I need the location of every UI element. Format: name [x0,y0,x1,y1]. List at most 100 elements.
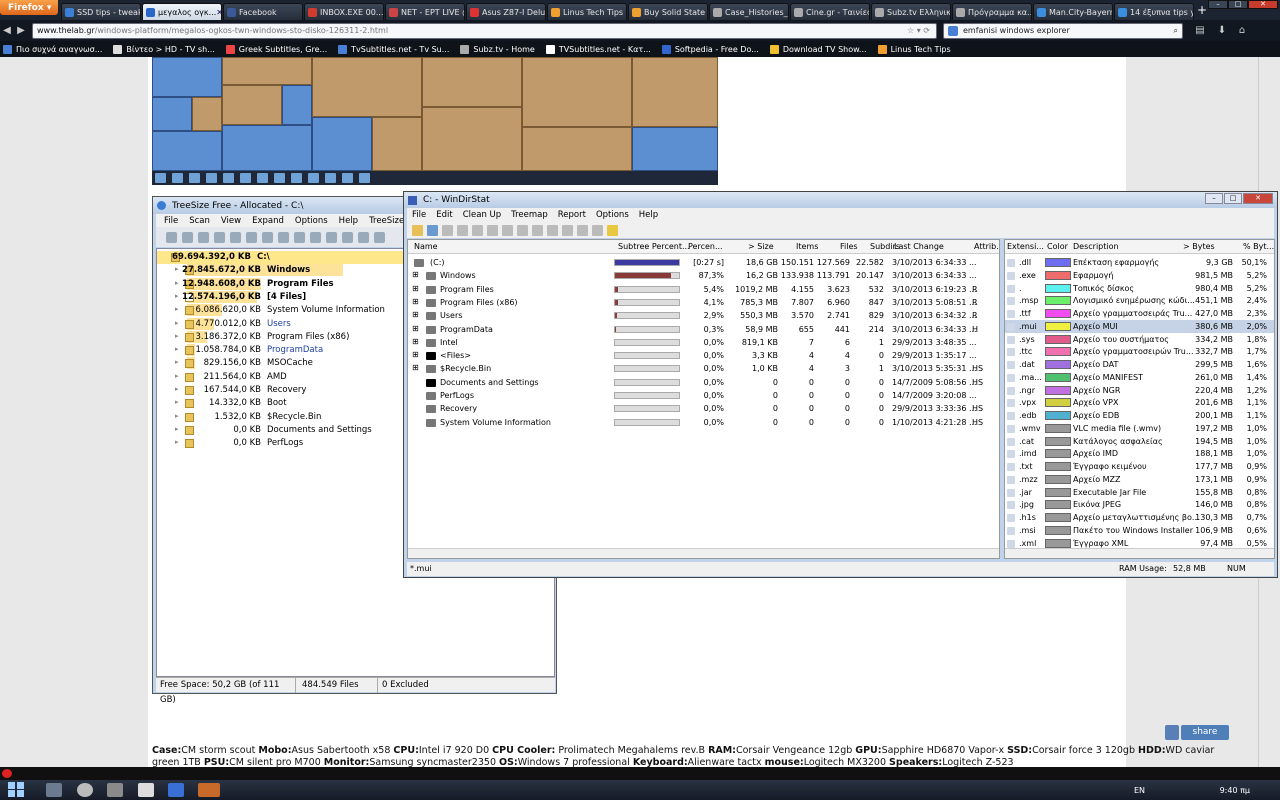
explorer-icon[interactable] [472,224,483,236]
bookmark-item[interactable]: Download TV Show... [769,44,867,54]
zoom-in-icon[interactable] [577,224,588,236]
forward-button[interactable]: ▶ [14,24,28,38]
maximize-button[interactable]: □ [1228,0,1248,9]
explorer-taskbar-icon[interactable] [46,783,62,797]
extension-row[interactable]: .msp Λογισμικό ενημέρωσης κώδι... 451,1 MB… [1005,294,1274,307]
like-icon[interactable] [1165,725,1179,740]
treesize-menu-item[interactable]: Scan [189,216,210,226]
browser-tab[interactable]: Linus Tech Tips [547,3,627,20]
firefox-menu-button[interactable]: Firefox ▾ [0,0,58,15]
column-header[interactable]: > Size [748,242,774,251]
wds-close-button[interactable]: ✕ [1243,193,1273,204]
new-tab-button[interactable]: + [1197,3,1207,17]
expand-icon[interactable]: ⊞ [412,284,419,293]
expand-icon[interactable]: ⊞ [412,297,419,306]
browser-tab[interactable]: Man.City-Bayern... [1033,3,1113,20]
play-icon[interactable] [442,224,453,236]
expand-icon[interactable]: ⊞ [412,350,419,359]
toolbar-forward-icon[interactable] [198,231,209,243]
extension-row[interactable]: .mzz Αρχείο MZZ 173,1 MB 0,9% [1005,473,1274,486]
toolbar-export-icon[interactable] [278,231,289,243]
language-indicator[interactable]: EN [1134,786,1145,795]
extension-hscrollbar[interactable] [1005,548,1274,558]
ext-column-header[interactable]: Color [1047,242,1068,251]
directory-row[interactable]: ⊞ Windows 87,3% 16,2 GB 133.938 113.791 20.147… [408,269,999,282]
back-button[interactable]: ◀ [0,24,14,38]
browser-tab[interactable]: Facebook [223,3,303,20]
column-header[interactable]: Attrib... [974,242,999,251]
extension-row[interactable]: .dat Αρχείο DAT 299,5 MB 1,6% [1005,358,1274,371]
browser-tab[interactable]: Subz.tv Ελληνικ... [871,3,951,20]
search-engine-icon[interactable] [948,25,958,36]
extension-row[interactable]: .sys Αρχείο του συστήματος 334,2 MB 1,8% [1005,333,1274,346]
close-window-button[interactable]: ✕ [1248,0,1278,9]
extension-row[interactable]: .txt Έγγραφο κειμένου 177,7 MB 0,9% [1005,460,1274,473]
wds-menu-item[interactable]: Treemap [511,210,548,220]
refresh-selected-icon[interactable] [502,224,513,236]
ext-column-header[interactable]: > Bytes [1183,242,1215,251]
browser-tab[interactable]: Buy Solid State ... [628,3,708,20]
toolbar-size-icon[interactable] [358,231,369,243]
extension-row[interactable]: .exe Εφαρμογή 981,5 MB 5,2% [1005,269,1274,282]
copy-icon[interactable] [457,224,468,236]
extension-row[interactable]: .wmv VLC media file (.wmv) 197,2 MB 1,0% [1005,422,1274,435]
bookmark-item[interactable]: TvSubtitles.net - Tv Su... [338,44,449,54]
extension-row[interactable]: .vpx Αρχείο VPX 201,6 MB 1,1% [1005,396,1274,409]
wds-menu-item[interactable]: Report [558,210,586,220]
search-box[interactable]: emfanisi windows explorer ⌕ [943,22,1183,39]
firefox-taskbar-icon[interactable] [198,783,220,797]
wds-menu-item[interactable]: Edit [436,210,452,220]
cleanup-icon[interactable] [517,224,528,236]
home-icon[interactable]: ⌂ [1235,24,1249,38]
extension-row[interactable]: .imd Αρχείο IMD 188,1 MB 1,0% [1005,447,1274,460]
wds-menu-item[interactable]: Help [639,210,658,220]
media-taskbar-icon[interactable] [77,783,93,797]
ext-column-header[interactable]: Description [1073,242,1119,251]
expand-icon[interactable]: ⊞ [412,270,419,279]
browser-tab[interactable]: NET - ΕΡΤ LIVE @... [385,3,465,20]
extension-row[interactable]: .edb Αρχείο EDB 200,1 MB 1,1% [1005,409,1274,422]
column-header[interactable]: Files [840,242,858,251]
directory-row[interactable]: ⊞ ProgramData 0,3% 58,9 MB 655 441 214 3/10/201… [408,323,999,336]
expand-icon[interactable]: ⊞ [412,324,419,333]
directory-row[interactable]: PerfLogs 0,0% 0 0 0 0 14/7/2009 3:20:08 ... [408,389,999,402]
treesize-menu-item[interactable]: View [221,216,241,226]
treesize-menu-item[interactable]: Expand [252,216,284,226]
directory-row[interactable]: Documents and Settings 0,0% 0 0 0 0 14/7/2009 … [408,376,999,389]
new-folder-icon[interactable] [547,224,558,236]
ext-column-header[interactable]: Extensi... [1007,242,1044,251]
cmd-icon[interactable] [487,224,498,236]
browser-tab[interactable]: INBOX.EXE 00... [304,3,384,20]
extension-row[interactable]: .ttf Αρχείο γραμματοσειράς Tru... 427,0 MB… [1005,307,1274,320]
browser-tab[interactable]: Cine.gr - Ταινίες ... [790,3,870,20]
bookmark-item[interactable]: Πιο συχνά αναγνωσ... [3,44,102,54]
toolbar-refresh-icon[interactable] [230,231,241,243]
bookmark-star-icon[interactable]: ☆ ▾ ⟳ [907,26,930,35]
directory-row[interactable]: ⊞ Program Files (x86) 4,1% 785,3 MB 7.807 6.9… [408,296,999,309]
treesize-menu-item[interactable]: File [164,216,178,226]
directory-row[interactable]: ⊞ Program Files 5,4% 1019,2 MB 4.155 3.623 532… [408,283,999,296]
expand-icon[interactable]: ⊞ [412,310,419,319]
download-icon[interactable]: ⬇ [1215,24,1229,38]
mail-taskbar-icon[interactable] [138,783,154,797]
wds-menu-item[interactable]: File [412,210,426,220]
share-button[interactable]: share [1181,725,1229,740]
refresh-icon[interactable] [427,224,438,236]
toolbar-home-icon[interactable] [166,231,177,243]
record-icon[interactable] [2,769,12,778]
toolbar-bar-icon[interactable] [310,231,321,243]
wds-menu-item[interactable]: Clean Up [463,210,501,220]
toolbar-kb-icon[interactable] [374,231,385,243]
start-button[interactable] [8,782,26,798]
bookmark-item[interactable]: Βίντεο > HD - TV sh... [113,44,215,54]
toolbar-back-icon[interactable] [182,231,193,243]
browser-tab[interactable]: 14 έξυπνα tips y... [1114,3,1194,20]
directory-row[interactable]: ⊞ Intel 0,0% 819,1 KB 7 6 1 29/9/2013 3:48:35 .… [408,336,999,349]
bookmark-item[interactable]: Linus Tech Tips [877,44,951,54]
tool-taskbar-icon[interactable] [107,783,123,797]
browser-tab[interactable]: Πρόγραμμα κα... [952,3,1032,20]
directory-row[interactable]: (C:) [0:27 s] 18,6 GB 150.151 127.569 22.582 3… [408,256,999,269]
directory-row[interactable]: Recovery 0,0% 0 0 0 0 29/9/2013 3:33:36 ... HS [408,402,999,415]
wds-menu-item[interactable]: Options [596,210,629,220]
treesize-taskbar-icon[interactable] [168,783,184,797]
